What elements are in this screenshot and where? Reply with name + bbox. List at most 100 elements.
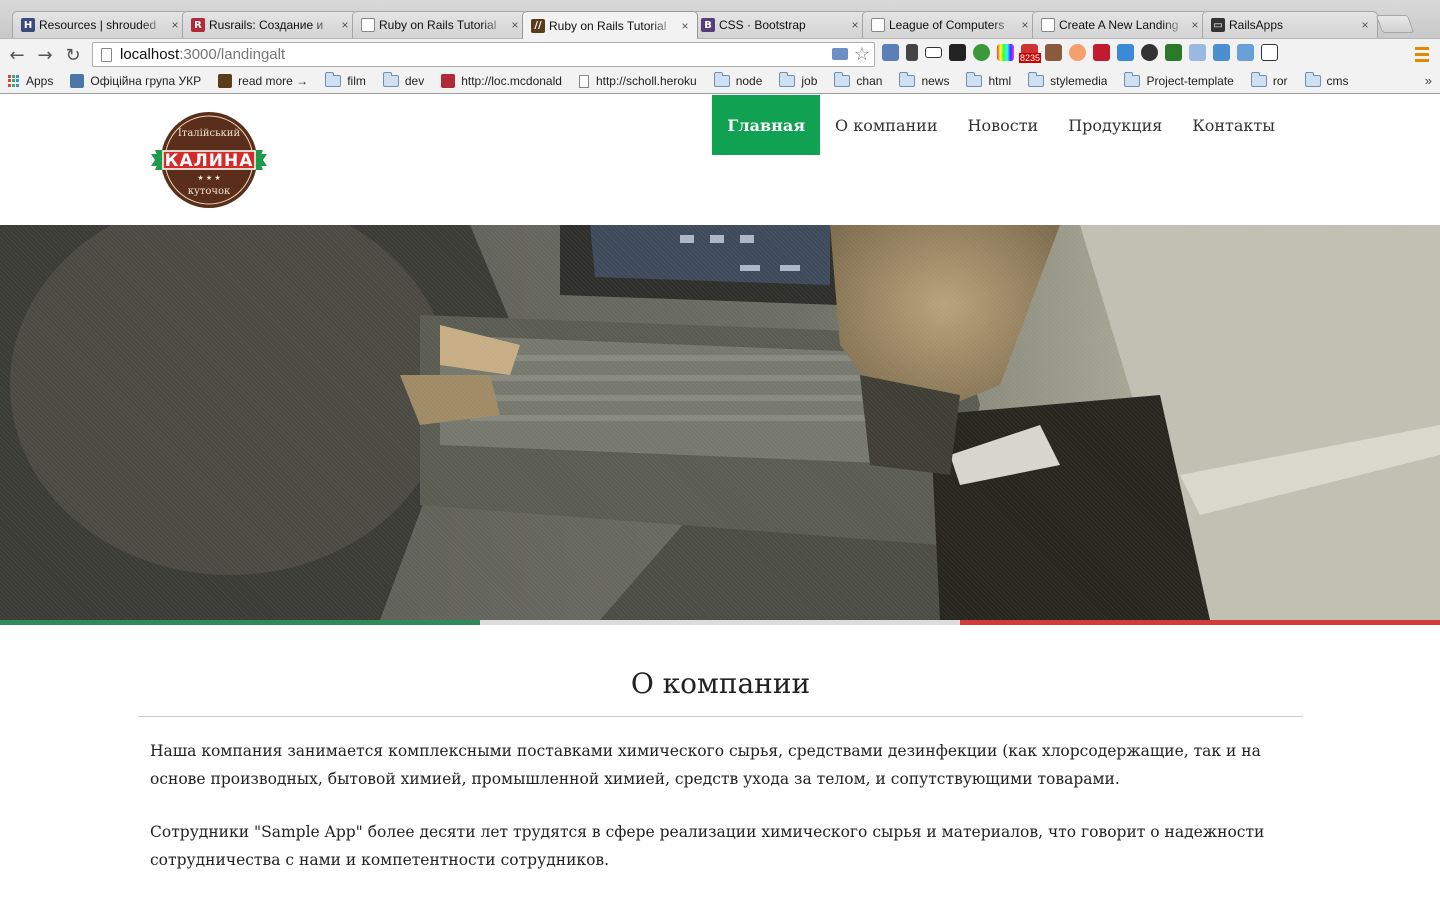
browser-tab[interactable]: // Ruby on Rails Tutorial × — [522, 11, 698, 39]
tab-title: Resources | shrouded — [39, 18, 157, 32]
resize-icon[interactable] — [1261, 44, 1278, 61]
bookmark-item[interactable]: news — [899, 72, 950, 88]
bookmark-item[interactable]: film — [325, 72, 366, 88]
tab-close-icon[interactable]: × — [1019, 18, 1031, 32]
hero-image — [0, 225, 1440, 620]
new-tab-button[interactable] — [1375, 15, 1415, 33]
instagram-icon[interactable] — [1045, 44, 1062, 61]
tab-close-icon[interactable]: × — [339, 18, 351, 32]
bookmark-item[interactable]: http://scholl.heroku — [578, 74, 697, 88]
logo-top-text: Італійський — [178, 128, 241, 139]
tab-favicon-icon: R — [191, 18, 205, 32]
logo-main-text: КАЛИНА — [165, 151, 254, 171]
tab-close-icon[interactable]: × — [509, 18, 521, 32]
tab-favicon-icon: H — [21, 18, 35, 32]
about-section: О компании Наша компания занимается комп… — [138, 655, 1303, 874]
tab-close-icon[interactable]: × — [679, 19, 691, 33]
vk-icon — [70, 74, 85, 88]
bookmarks-bar: Apps Офіційна група УКР read more → film dev… — [0, 69, 1440, 94]
forward-arrow-icon[interactable]: → — [34, 44, 56, 66]
tab-close-icon[interactable]: × — [1359, 18, 1371, 32]
bookmark-label: Project-template — [1146, 74, 1234, 88]
bookmark-item[interactable]: node — [713, 72, 762, 88]
bookmark-label: dev — [404, 74, 425, 88]
folder-icon — [1304, 72, 1321, 87]
gmail-icon[interactable]: 8235 — [1019, 44, 1042, 63]
bookmark-item[interactable]: job — [779, 72, 818, 88]
browser-toolbar: ← → ↻ localhost:3000/landingalt ☆ 8235 — [0, 38, 1440, 69]
folder-icon — [779, 72, 796, 87]
evernote-icon[interactable] — [1093, 44, 1110, 61]
chrome-menu-icon[interactable] — [1415, 45, 1429, 63]
screenshot-icon[interactable] — [1189, 44, 1206, 61]
tab-close-icon[interactable]: × — [1189, 18, 1201, 32]
color-picker-icon[interactable] — [997, 44, 1014, 61]
tab-title: CSS · Bootstrap — [719, 18, 806, 32]
refresh-extension-icon[interactable] — [973, 44, 990, 61]
address-bar[interactable]: localhost:3000/landingalt ☆ — [92, 42, 875, 67]
tab-close-icon[interactable]: × — [849, 18, 861, 32]
folder-icon — [1250, 72, 1267, 87]
back-arrow-icon[interactable]: ← — [6, 44, 28, 66]
nav-link[interactable]: Новости — [953, 95, 1054, 155]
nav-link[interactable]: Контакты — [1177, 95, 1290, 155]
kalina-logo[interactable]: Італійський КАЛИНА куточок ★ ★ ★ — [149, 110, 269, 210]
translate-icon[interactable] — [1117, 44, 1134, 61]
page-icon — [578, 74, 589, 88]
new-extension-icon[interactable] — [882, 44, 899, 61]
bookmark-label: cms — [1326, 74, 1349, 88]
browser-tab[interactable]: H Resources | shrouded × — [12, 11, 188, 38]
bookmark-item[interactable]: stylemedia — [1028, 72, 1107, 88]
bookmark-item[interactable]: cms — [1304, 72, 1349, 88]
proxy-icon[interactable] — [1213, 44, 1230, 61]
bookmark-item[interactable]: html — [966, 72, 1011, 88]
bookmark-star-icon[interactable]: ☆ — [854, 45, 870, 63]
bookmarks-overflow-chevron-icon[interactable]: » — [1425, 73, 1432, 88]
folder-extension-icon[interactable] — [1237, 44, 1254, 61]
tab-close-icon[interactable]: × — [169, 18, 181, 32]
bookmark-item[interactable]: Project-template — [1124, 72, 1234, 88]
folder-icon — [899, 72, 916, 87]
site-header: Італійський КАЛИНА куточок ★ ★ ★ Главная… — [0, 95, 1440, 225]
bookmark-label: job — [801, 74, 818, 88]
nav-link[interactable]: О компании — [820, 95, 952, 155]
bookmark-item[interactable]: ror — [1250, 72, 1288, 88]
svg-text:★ ★ ★: ★ ★ ★ — [197, 174, 220, 182]
bookmark-item[interactable]: Apps — [8, 74, 53, 88]
stocks-icon[interactable] — [949, 44, 966, 61]
url-host: localhost — [120, 46, 180, 63]
browser-tab[interactable]: B CSS · Bootstrap × — [692, 11, 868, 38]
monkey-icon[interactable] — [1069, 44, 1086, 61]
tab-favicon-icon: // — [531, 18, 545, 33]
bookmark-item[interactable]: read more → — [218, 74, 308, 88]
logo-bottom-text: куточок — [188, 186, 231, 197]
window-icon[interactable] — [925, 47, 942, 58]
browser-tab[interactable]: Create A New Landing × — [1032, 11, 1208, 38]
bookmark-item[interactable]: chan — [834, 72, 882, 88]
browser-tab[interactable]: ▭ RailsApps × — [1202, 11, 1378, 38]
reload-icon[interactable]: ↻ — [62, 44, 84, 66]
tab-title: Rusrails: Создание и — [209, 18, 324, 32]
browser-tab[interactable]: Ruby on Rails Tutorial × — [352, 11, 528, 38]
bookmark-item[interactable]: Офіційна група УКР — [70, 74, 201, 88]
nav-link[interactable]: Главная — [712, 95, 821, 155]
bookmark-label: ror — [1272, 74, 1288, 88]
hero-overlay-pattern — [0, 225, 1440, 620]
tab-favicon-icon — [1041, 18, 1055, 32]
nav-link[interactable]: Продукция — [1053, 95, 1177, 155]
html5-icon[interactable] — [831, 48, 848, 60]
browser-tab[interactable]: R Rusrails: Создание и × — [182, 11, 358, 38]
bookmark-item[interactable]: dev — [382, 72, 425, 88]
bw-icon[interactable] — [1165, 44, 1182, 61]
gmail-badge: 8235 — [1019, 53, 1042, 63]
bookmark-label: news — [921, 74, 950, 88]
folder-icon — [1028, 72, 1045, 87]
tab-title: League of Computers — [889, 18, 1005, 32]
folder-icon — [966, 72, 983, 87]
gear-icon[interactable] — [1141, 44, 1158, 61]
eyedropper-icon[interactable] — [906, 44, 918, 61]
bookmark-item[interactable]: http://loc.mcdonald — [441, 74, 562, 88]
browser-tab[interactable]: League of Computers × — [862, 11, 1038, 38]
about-paragraph-2: Сотрудники "Sample App" более десяти лет… — [150, 823, 1265, 869]
folder-icon — [834, 72, 851, 87]
